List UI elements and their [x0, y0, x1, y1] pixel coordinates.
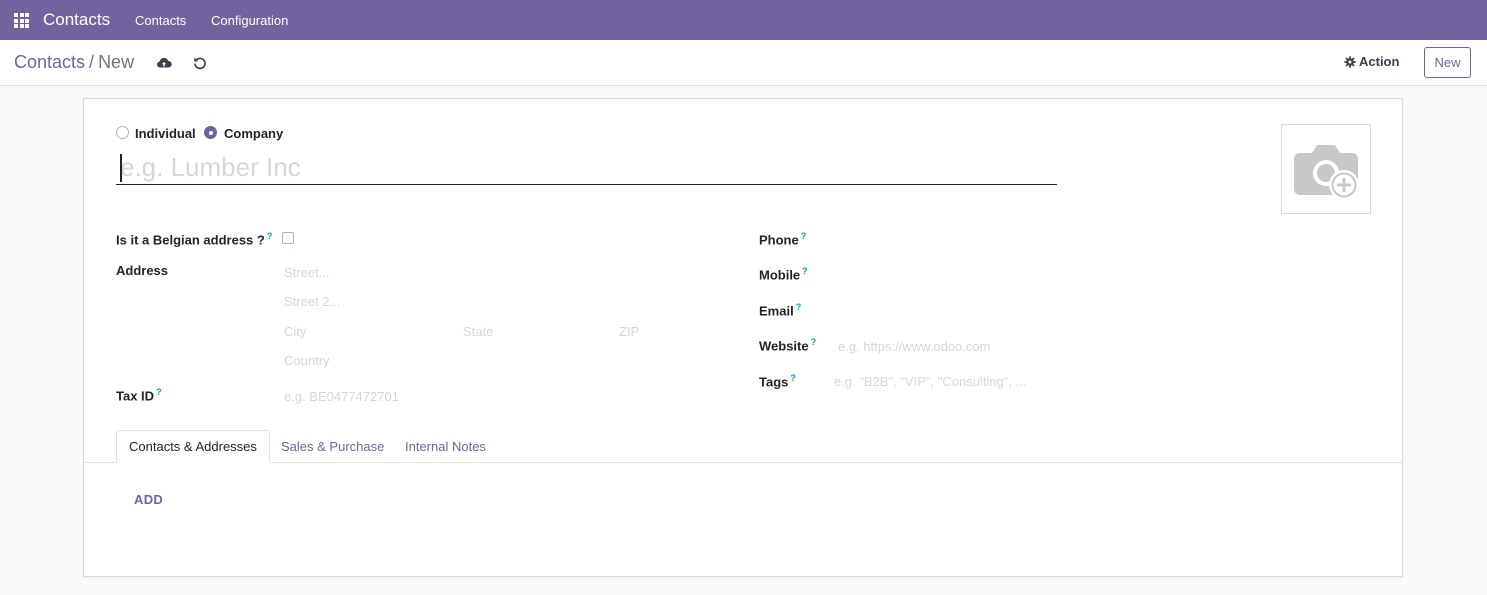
text-cursor — [120, 154, 122, 182]
company-label[interactable]: Company — [224, 126, 283, 141]
city-input[interactable]: City — [284, 324, 306, 339]
belgian-address-label: Is it a Belgian address ?? — [116, 231, 273, 248]
address-label: Address — [116, 263, 169, 278]
website-input[interactable]: e.g. https://www.odoo.com — [838, 339, 990, 354]
tax-id-label: Tax ID? — [116, 387, 162, 404]
website-help-icon[interactable]: ? — [811, 337, 817, 347]
street2-input[interactable]: Street 2... — [284, 294, 340, 309]
mobile-label: Mobile? — [759, 266, 808, 283]
name-input[interactable] — [116, 151, 1057, 185]
country-select[interactable]: Country — [284, 353, 330, 368]
breadcrumb-parent[interactable]: Contacts — [14, 52, 85, 72]
tax-id-input[interactable]: e.g. BE0477472701 — [284, 389, 399, 404]
avatar-upload[interactable] — [1281, 124, 1371, 214]
tags-input[interactable]: e.g. "B2B", "VIP", "Consulting", ... — [834, 374, 1026, 389]
tags-help-icon[interactable]: ? — [790, 373, 796, 383]
street-input[interactable]: Street... — [284, 265, 330, 280]
mobile-help-icon[interactable]: ? — [802, 266, 808, 276]
notebook-tabs: Contacts & Addresses Sales & Purchase In… — [84, 430, 1402, 463]
breadcrumb-current: New — [98, 52, 135, 72]
belgian-address-help-icon[interactable]: ? — [267, 231, 273, 241]
tab-internal-notes[interactable]: Internal Notes — [393, 430, 498, 463]
phone-label: Phone? — [759, 231, 807, 248]
action-button[interactable]: Action — [1344, 54, 1399, 69]
cloud-upload-icon[interactable] — [156, 55, 172, 71]
gear-icon — [1344, 55, 1356, 68]
belgian-address-checkbox[interactable] — [282, 232, 294, 244]
email-label: Email? — [759, 302, 802, 319]
company-radio[interactable] — [204, 126, 217, 139]
menu-contacts[interactable]: Contacts — [135, 13, 186, 28]
breadcrumb-separator: / — [89, 52, 95, 72]
camera-add-icon — [1294, 145, 1359, 200]
control-panel: Contacts / New Action New — [0, 40, 1487, 86]
website-label: Website? — [759, 337, 817, 354]
individual-radio[interactable] — [116, 126, 129, 139]
email-help-icon[interactable]: ? — [796, 302, 802, 312]
tab-contacts-addresses[interactable]: Contacts & Addresses — [116, 430, 270, 463]
form-sheet: Individual Company Is it a Belgian addre… — [83, 98, 1403, 577]
add-contact-button[interactable]: ADD — [134, 492, 163, 507]
new-button[interactable]: New — [1424, 47, 1471, 78]
tags-label: Tags? — [759, 373, 796, 390]
individual-label[interactable]: Individual — [135, 126, 196, 141]
phone-help-icon[interactable]: ? — [801, 231, 807, 241]
action-label: Action — [1359, 54, 1400, 69]
state-select[interactable]: State — [463, 324, 493, 339]
app-brand[interactable]: Contacts — [43, 10, 110, 30]
top-navbar: Contacts Contacts Configuration — [0, 0, 1487, 40]
menu-configuration[interactable]: Configuration — [211, 13, 288, 28]
tab-sales-purchase[interactable]: Sales & Purchase — [269, 430, 396, 463]
tax-id-help-icon[interactable]: ? — [156, 387, 162, 397]
breadcrumb: Contacts / New — [14, 52, 134, 73]
undo-icon[interactable] — [192, 55, 208, 71]
apps-grid-icon[interactable] — [14, 13, 29, 28]
zip-input[interactable]: ZIP — [619, 324, 639, 339]
